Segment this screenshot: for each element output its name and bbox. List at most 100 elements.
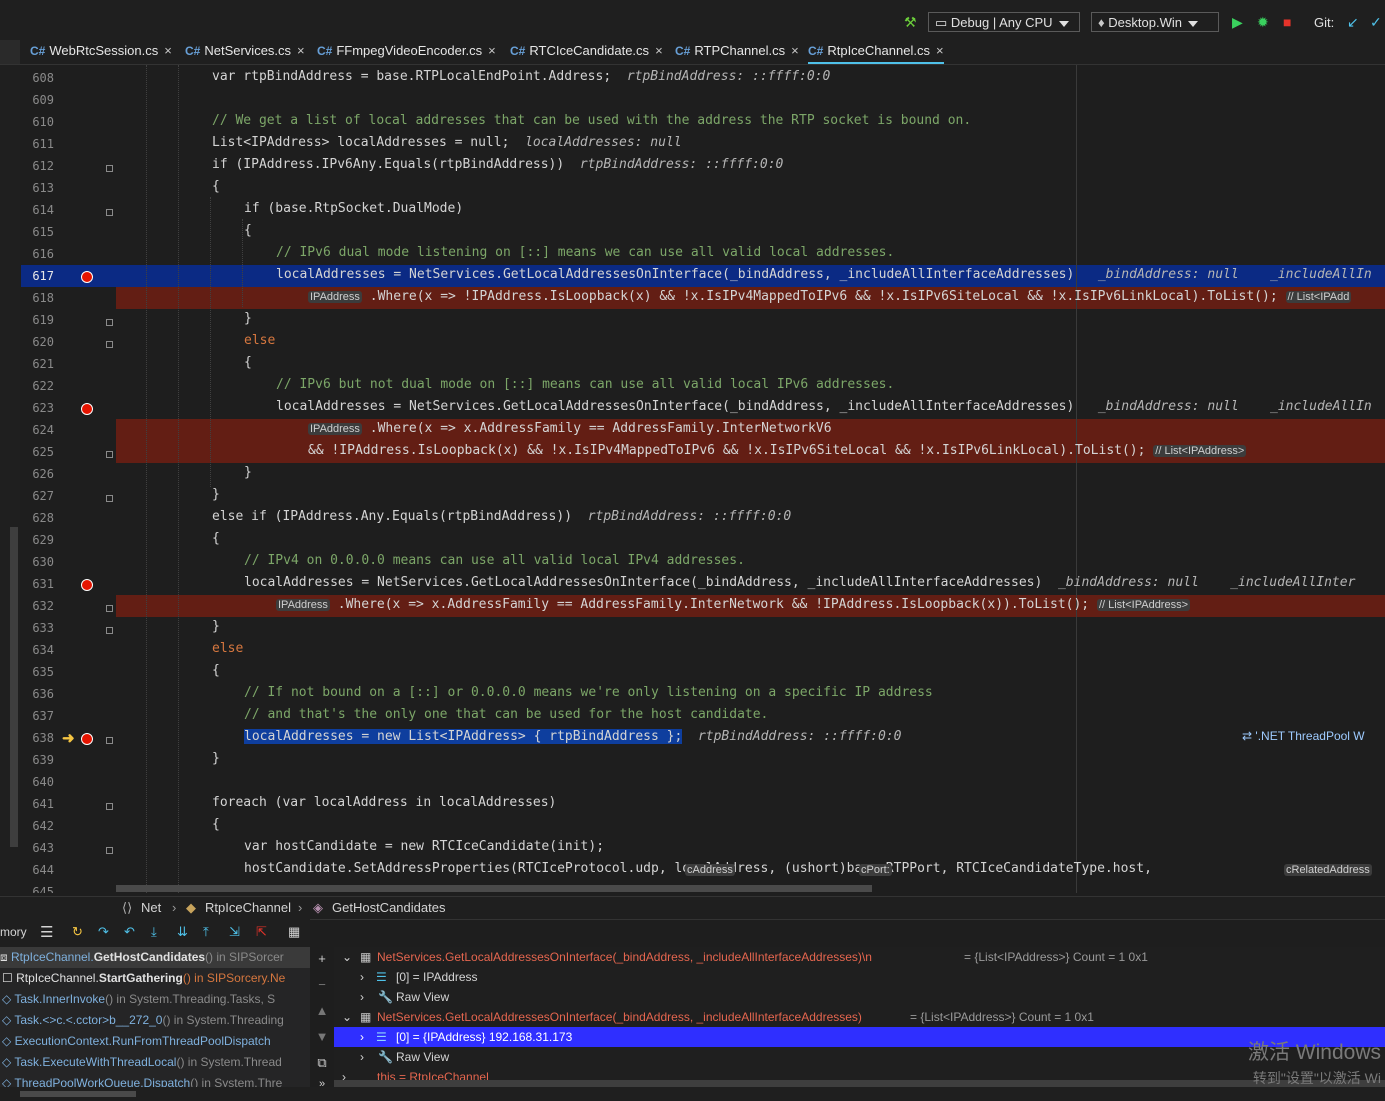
- fold-toggle-icon[interactable]: [106, 605, 113, 612]
- tab-webrtcsession[interactable]: C# WebRtcSession.cs ×: [30, 40, 172, 62]
- breadcrumb-class[interactable]: RtpIceChannel: [205, 897, 291, 919]
- tab-overflow-button[interactable]: [0, 40, 20, 64]
- watch-row[interactable]: › 🔧 Raw View: [334, 987, 1385, 1007]
- step-back-icon[interactable]: ↶: [124, 924, 135, 940]
- copy-icon[interactable]: ⧉: [312, 1055, 332, 1075]
- inline-value-hint: rtpBindAddress: ::ffff:0:0: [697, 729, 902, 744]
- chevron-right-icon[interactable]: ›: [360, 1047, 364, 1067]
- move-up-icon[interactable]: ▲: [312, 1003, 332, 1023]
- watch-value: = {List<IPAddress>} Count = 1 0x1: [910, 1010, 1094, 1024]
- line-number: 632: [32, 599, 54, 613]
- chevron-down-icon[interactable]: ⌄: [342, 1007, 352, 1027]
- close-icon[interactable]: ×: [297, 43, 305, 58]
- stack-frame[interactable]: ⧈ RtpIceChannel.GetHostCandidates() in S…: [0, 947, 310, 968]
- fold-toggle-icon[interactable]: [106, 451, 113, 458]
- step-into-icon[interactable]: ⤓: [151, 924, 157, 940]
- tab-ffmpegvideoencoder[interactable]: C# FFmpegVideoEncoder.cs ×: [317, 40, 496, 62]
- memory-tab-label[interactable]: mory: [0, 925, 27, 939]
- breadcrumb-method[interactable]: GetHostCandidates: [332, 897, 445, 919]
- breakpoint-icon[interactable]: [81, 579, 93, 591]
- tab-netservices[interactable]: C# NetServices.cs ×: [185, 40, 305, 62]
- solution-config-dropdown[interactable]: ▭ Debug | Any CPU: [928, 12, 1080, 32]
- chevron-right-icon[interactable]: ›: [360, 967, 364, 987]
- toolwindow-strip: [0, 65, 20, 895]
- step-into-specific-icon[interactable]: ⇊: [177, 924, 188, 940]
- left-scrollbar-thumb[interactable]: [10, 527, 18, 847]
- close-icon[interactable]: ×: [791, 43, 799, 58]
- tab-rtpicechannel[interactable]: C# RtpIceChannel.cs ×: [808, 40, 944, 64]
- watch-row[interactable]: ⌄ ▦ NetServices.GetLocalAddressesOnInter…: [334, 947, 1385, 967]
- tab-rtpchannel[interactable]: C# RTPChannel.cs ×: [675, 40, 799, 62]
- stack-frame[interactable]: ◇ Task.<>c.<.cctor>b__272_0() in System.…: [2, 1010, 284, 1031]
- startup-target-dropdown[interactable]: ♦ Desktop.Win: [1091, 12, 1219, 32]
- menu-icon[interactable]: ☰: [40, 923, 53, 941]
- stack-scrollbar-thumb[interactable]: [20, 1091, 136, 1097]
- breadcrumb-namespace[interactable]: Net: [141, 897, 161, 919]
- fold-toggle-icon[interactable]: [106, 319, 113, 326]
- set-next-statement-icon[interactable]: ⇱: [256, 924, 267, 940]
- watch-expression: [0] = IPAddress: [396, 970, 478, 984]
- bug-icon[interactable]: ✹: [1257, 14, 1269, 30]
- close-icon[interactable]: ×: [488, 43, 496, 58]
- fold-toggle-icon[interactable]: [106, 341, 113, 348]
- chevron-down-icon[interactable]: ⌄: [342, 947, 352, 967]
- line-number: 641: [32, 797, 54, 811]
- fold-toggle-icon[interactable]: [106, 495, 113, 502]
- stack-frame[interactable]: ◇ ThreadPoolWorkQueue.Dispatch() in Syst…: [2, 1073, 282, 1087]
- git-fetch-icon[interactable]: ↙: [1347, 14, 1359, 30]
- windows-activation-watermark: 激活 Windows 转到"设置"以激活 Wi: [1248, 1036, 1381, 1088]
- step-over-icon[interactable]: ↷: [98, 924, 109, 940]
- fold-toggle-icon[interactable]: [106, 165, 113, 172]
- indent-guide: [178, 65, 180, 893]
- add-watch-icon[interactable]: +: [312, 951, 332, 971]
- show-next-statement-icon[interactable]: ↻: [72, 924, 83, 940]
- stack-frame[interactable]: ◇ ExecutionContext.RunFromThreadPoolDisp…: [2, 1031, 271, 1052]
- stop-icon[interactable]: ■: [1283, 14, 1291, 30]
- close-icon[interactable]: ×: [655, 43, 663, 58]
- code-comment: // IPv6 but not dual mode on [::] means …: [276, 377, 895, 392]
- fold-toggle-icon[interactable]: [106, 627, 113, 634]
- inline-value-hint: rtpBindAddress: ::ffff:0:0: [587, 509, 792, 524]
- chevron-down-icon: [1187, 20, 1198, 27]
- inline-value-hint: _bindAddress: null _includeAllInter: [1057, 575, 1356, 590]
- code-comment: // IPv6 dual mode listening on [::] mean…: [276, 245, 895, 260]
- run-to-cursor-icon[interactable]: ⇲: [229, 924, 240, 940]
- move-down-icon[interactable]: ▼: [312, 1029, 332, 1049]
- watermark-title: 激活 Windows: [1247, 1041, 1381, 1064]
- line-number: 621: [32, 357, 54, 371]
- breakpoint-icon[interactable]: [81, 733, 93, 745]
- table-icon[interactable]: ▦: [288, 924, 300, 940]
- remove-watch-icon[interactable]: −: [312, 977, 332, 997]
- breakpoint-icon[interactable]: [81, 403, 93, 415]
- watch-row[interactable]: ⌄ ▦ NetServices.GetLocalAddressesOnInter…: [334, 1007, 1385, 1027]
- close-icon[interactable]: ×: [164, 43, 172, 58]
- stack-frame[interactable]: ◇ Task.ExecuteWithThreadLocal() in Syste…: [2, 1052, 282, 1073]
- tab-rtcicecandidate[interactable]: C# RTCIceCandidate.cs ×: [510, 40, 663, 62]
- close-icon[interactable]: ×: [936, 43, 944, 58]
- fold-toggle-icon[interactable]: [106, 737, 113, 744]
- watch-row[interactable]: › ☰ [0] = {IPAddress} 192.168.31.173: [334, 1027, 1385, 1047]
- watch-row[interactable]: › 🔧 Raw View: [334, 1047, 1385, 1067]
- fold-toggle-icon[interactable]: [106, 803, 113, 810]
- git-pull-icon[interactable]: ✓: [1370, 14, 1382, 30]
- horizontal-scrollbar-thumb[interactable]: [116, 885, 872, 892]
- line-number: 612: [32, 159, 54, 173]
- fold-toggle-icon[interactable]: [106, 847, 113, 854]
- watch-scrollbar[interactable]: [334, 1080, 1385, 1087]
- fold-toggle-icon[interactable]: [106, 209, 113, 216]
- line-number: 625: [32, 445, 54, 459]
- step-out-icon[interactable]: ⤒: [203, 924, 209, 940]
- chevron-right-icon[interactable]: ›: [360, 1027, 364, 1047]
- start-debugging-icon[interactable]: ▶: [1232, 14, 1243, 30]
- thread-indicator[interactable]: ⇄ '.NET ThreadPool W: [1242, 729, 1365, 743]
- code-editor[interactable]: 608 609 610 611 612 613 614 615 616 617 …: [20, 65, 1385, 893]
- build-hammer-icon[interactable]: ⚒: [904, 14, 917, 30]
- watch-row[interactable]: › ☰ [0] = IPAddress: [334, 967, 1385, 987]
- stack-frame[interactable]: ◇ Task.InnerInvoke() in System.Threading…: [2, 989, 275, 1010]
- stack-frame[interactable]: ☐ RtpIceChannel.StartGathering() in SIPS…: [2, 968, 285, 989]
- chevron-right-icon[interactable]: ›: [360, 987, 364, 1007]
- breakpoint-icon[interactable]: [81, 271, 93, 283]
- code-line-612: if (IPAddress.IPv6Any.Equals(rtpBindAddr…: [212, 157, 784, 172]
- line-number: 630: [32, 555, 54, 569]
- call-stack-panel: ⧈ RtpIceChannel.GetHostCandidates() in S…: [0, 947, 310, 1087]
